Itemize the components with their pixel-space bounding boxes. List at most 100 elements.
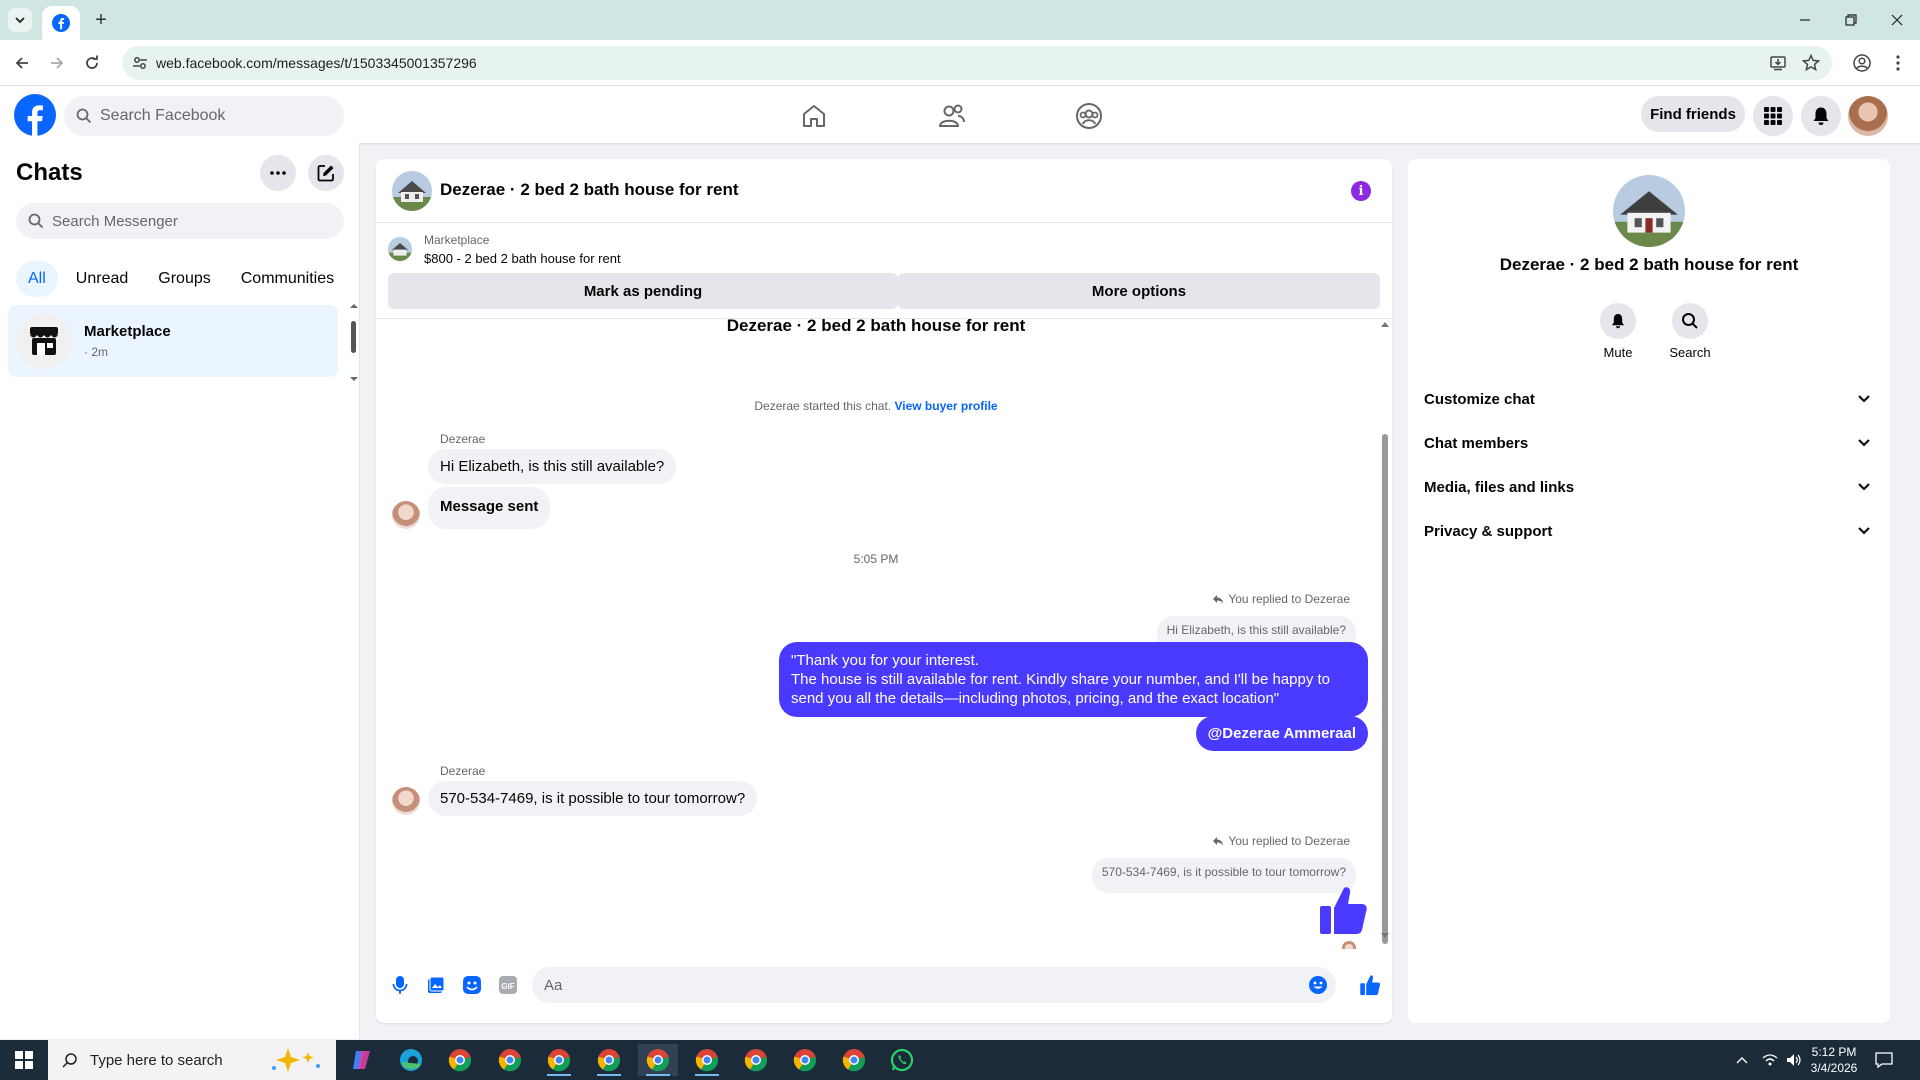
more-options-button[interactable]: More options bbox=[898, 273, 1380, 309]
edge-taskbar-button[interactable] bbox=[391, 1044, 431, 1076]
start-button[interactable] bbox=[0, 1040, 48, 1080]
sender-avatar[interactable] bbox=[392, 501, 420, 529]
copilot-icon bbox=[353, 1051, 370, 1069]
conversation-info-button[interactable]: i bbox=[1351, 181, 1371, 201]
home-icon bbox=[803, 105, 825, 127]
message-input-wrapper[interactable] bbox=[532, 967, 1336, 1003]
incoming-message[interactable]: 570-534-7469, is it possible to tour tom… bbox=[428, 781, 758, 816]
attach-media-button[interactable] bbox=[424, 973, 448, 997]
copilot-taskbar-button[interactable] bbox=[342, 1044, 382, 1076]
facebook-search-input[interactable] bbox=[100, 107, 320, 125]
omnibox[interactable]: web.facebook.com/messages/t/150334500135… bbox=[122, 46, 1832, 80]
view-buyer-profile-link[interactable]: View buyer profile bbox=[894, 399, 997, 413]
outgoing-mention-message[interactable]: @Dezerae Ammeraal bbox=[1195, 716, 1368, 751]
filter-groups[interactable]: Groups bbox=[146, 261, 222, 297]
chrome-taskbar-button-5[interactable] bbox=[638, 1044, 678, 1076]
forward-button[interactable] bbox=[45, 51, 69, 75]
reply-indicator-text: You replied to Dezerae bbox=[1228, 834, 1350, 848]
marketplace-listing-bar: Marketplace $800 - 2 bed 2 bath house fo… bbox=[376, 223, 1392, 319]
section-label: Customize chat bbox=[1424, 390, 1535, 408]
search-action[interactable]: Search bbox=[1660, 303, 1720, 360]
send-like-button[interactable] bbox=[1358, 973, 1382, 997]
details-avatar[interactable] bbox=[1613, 175, 1685, 247]
chrome-taskbar-button-1[interactable] bbox=[440, 1044, 480, 1076]
chevron-up-icon[interactable] bbox=[1736, 1056, 1748, 1064]
taskbar-search[interactable]: Type here to search bbox=[48, 1040, 336, 1080]
mute-action[interactable]: Mute bbox=[1588, 303, 1648, 360]
chrome-taskbar-button-6[interactable] bbox=[687, 1044, 727, 1076]
search-icon bbox=[76, 108, 92, 124]
facebook-search[interactable] bbox=[64, 96, 344, 136]
chat-options-button[interactable] bbox=[260, 155, 296, 191]
friends-nav-button[interactable] bbox=[930, 94, 974, 138]
filter-communities[interactable]: Communities bbox=[229, 261, 346, 297]
chrome-taskbar-button-2[interactable] bbox=[490, 1044, 530, 1076]
home-nav-button[interactable] bbox=[792, 94, 836, 138]
account-avatar[interactable] bbox=[1848, 96, 1888, 136]
mute-button[interactable] bbox=[1600, 303, 1636, 339]
quoted-message[interactable]: 570-534-7469, is it possible to tour tom… bbox=[1091, 858, 1356, 893]
facebook-logo-icon[interactable] bbox=[14, 94, 56, 136]
gif-button[interactable]: GIF bbox=[496, 973, 520, 997]
chrome-icon bbox=[498, 1049, 522, 1072]
network-icon[interactable] bbox=[1762, 1053, 1778, 1067]
new-message-button[interactable] bbox=[308, 155, 344, 191]
mark-as-pending-button[interactable]: Mark as pending bbox=[388, 273, 898, 309]
voice-clip-button[interactable] bbox=[388, 973, 412, 997]
customize-chat-section[interactable]: Customize chat bbox=[1424, 377, 1874, 421]
close-window-button[interactable] bbox=[1874, 0, 1920, 40]
conversation-avatar[interactable] bbox=[392, 171, 432, 211]
volume-icon[interactable] bbox=[1786, 1053, 1802, 1067]
incoming-message[interactable]: Hi Elizabeth, is this still available? bbox=[428, 449, 677, 484]
browser-tab-facebook[interactable] bbox=[42, 6, 80, 40]
restore-button[interactable] bbox=[1828, 0, 1874, 40]
notifications-button[interactable] bbox=[1801, 96, 1841, 136]
thumbs-up-sticker-icon[interactable] bbox=[1318, 884, 1368, 936]
messenger-search[interactable] bbox=[16, 203, 344, 239]
sender-avatar[interactable] bbox=[392, 787, 420, 815]
chat-members-section[interactable]: Chat members bbox=[1424, 421, 1874, 465]
messenger-search-input[interactable] bbox=[52, 212, 332, 230]
url-text[interactable]: web.facebook.com/messages/t/150334500135… bbox=[156, 55, 477, 71]
whatsapp-taskbar-button[interactable] bbox=[882, 1044, 922, 1076]
notification-center-button[interactable] bbox=[1864, 1044, 1904, 1076]
listing-thumbnail[interactable] bbox=[388, 237, 412, 261]
reply-indicator: You replied to Dezerae bbox=[1212, 834, 1350, 848]
chrome-taskbar-button-3[interactable] bbox=[539, 1044, 579, 1076]
gif-icon: GIF bbox=[499, 976, 517, 994]
thread-scrollbar[interactable] bbox=[1378, 319, 1392, 949]
filter-all[interactable]: All bbox=[16, 261, 58, 297]
back-button[interactable] bbox=[10, 51, 34, 75]
groups-nav-button[interactable] bbox=[1067, 94, 1111, 138]
profile-button[interactable] bbox=[1850, 51, 1874, 75]
media-files-links-section[interactable]: Media, files and links bbox=[1424, 465, 1874, 509]
outgoing-message[interactable]: "Thank you for your interest. The house … bbox=[779, 642, 1368, 717]
browser-menu-button[interactable] bbox=[1886, 51, 1910, 75]
chrome-taskbar-button-7[interactable] bbox=[736, 1044, 776, 1076]
house-photo-icon bbox=[1613, 175, 1685, 247]
search-in-conversation-button[interactable] bbox=[1672, 303, 1708, 339]
chrome-taskbar-button-8[interactable] bbox=[785, 1044, 825, 1076]
sticker-button[interactable] bbox=[460, 973, 484, 997]
chrome-taskbar-button-9[interactable] bbox=[834, 1044, 874, 1076]
emoji-icon[interactable] bbox=[1308, 975, 1328, 995]
incoming-message[interactable]: Message sent bbox=[428, 487, 551, 529]
taskbar-clock[interactable]: 5:12 PM 3/4/2026 bbox=[1804, 1044, 1864, 1076]
sidebar-scrollbar[interactable] bbox=[350, 303, 358, 383]
chrome-taskbar-button-4[interactable] bbox=[589, 1044, 629, 1076]
message-timestamp: 5:05 PM bbox=[853, 552, 899, 566]
message-input[interactable] bbox=[544, 976, 1284, 994]
chat-list-item-marketplace[interactable]: Marketplace · 2m bbox=[8, 305, 338, 377]
filter-unread[interactable]: Unread bbox=[64, 261, 140, 297]
privacy-support-section[interactable]: Privacy & support bbox=[1424, 509, 1874, 553]
grid-menu-icon bbox=[1764, 107, 1782, 125]
tab-search-dropdown[interactable] bbox=[8, 8, 32, 32]
reload-button[interactable] bbox=[80, 51, 104, 75]
menu-grid-button[interactable] bbox=[1753, 96, 1793, 136]
minimize-button[interactable] bbox=[1782, 0, 1828, 40]
listing-title[interactable]: $800 - 2 bed 2 bath house for rent bbox=[424, 251, 621, 266]
new-tab-button[interactable]: + bbox=[90, 9, 112, 31]
groups-icon bbox=[1076, 103, 1102, 129]
conversation-title[interactable]: Dezerae · 2 bed 2 bath house for rent bbox=[440, 180, 739, 200]
find-friends-button[interactable]: Find friends bbox=[1641, 96, 1745, 132]
